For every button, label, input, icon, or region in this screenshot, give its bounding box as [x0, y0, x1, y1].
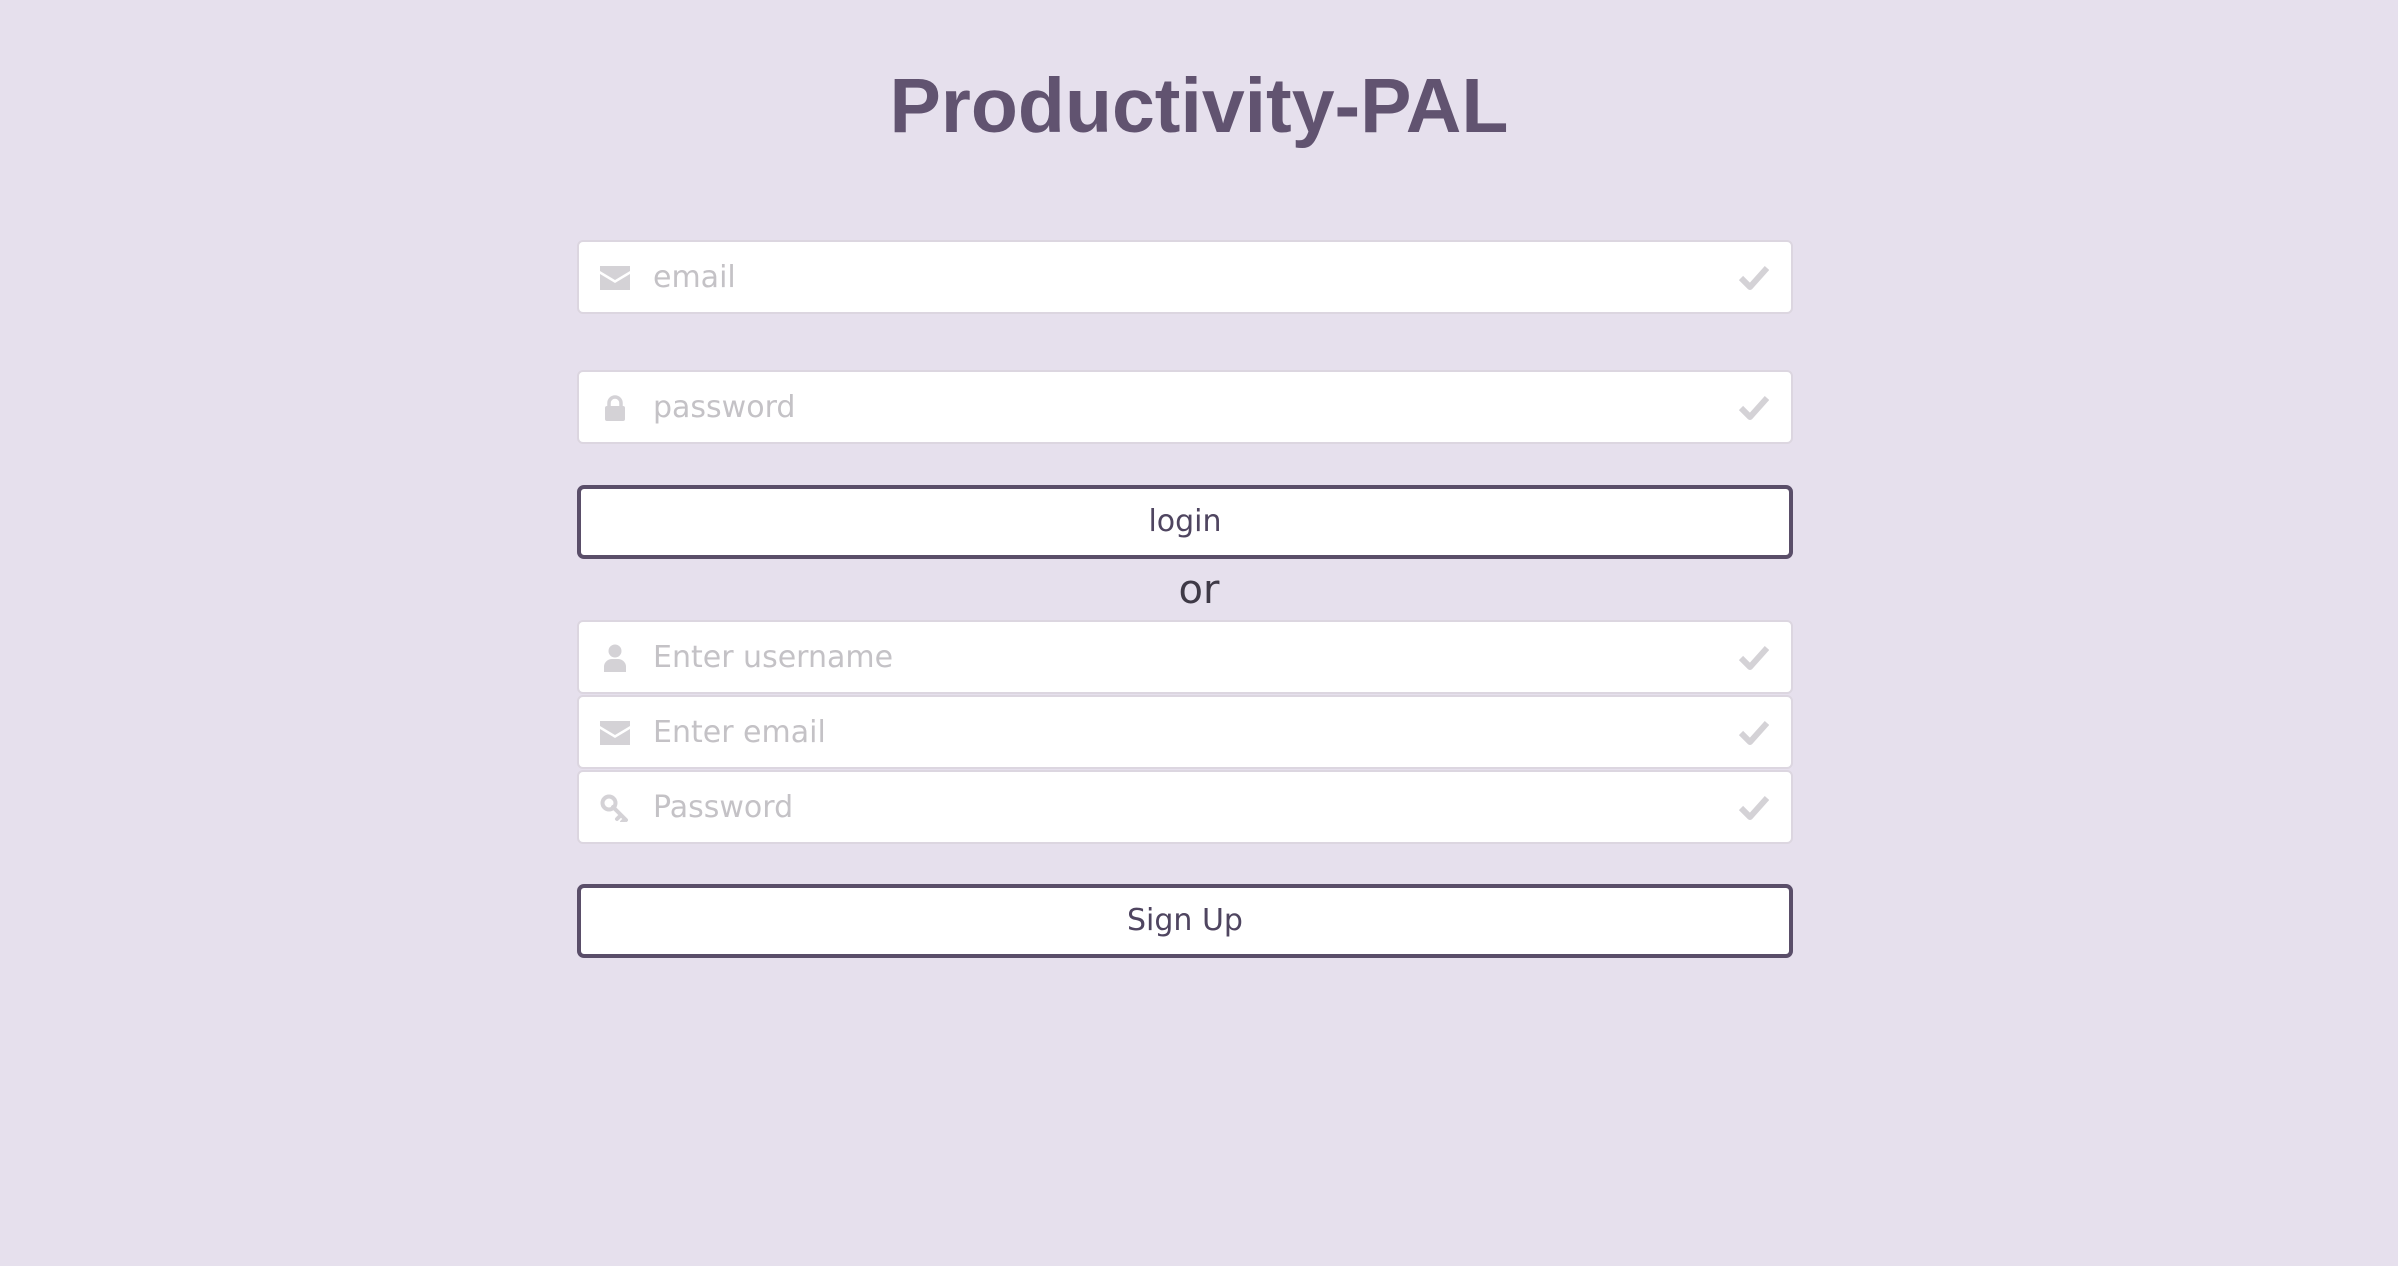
- login-password-field[interactable]: [577, 370, 1793, 444]
- check-icon: [1739, 395, 1769, 420]
- signup-username-input[interactable]: [653, 622, 1721, 692]
- signup-email-input[interactable]: [653, 697, 1721, 767]
- check-icon: [1739, 795, 1769, 820]
- envelope-icon: [599, 263, 631, 293]
- app-title: Productivity-PAL: [889, 63, 1509, 149]
- login-email-field[interactable]: [577, 240, 1793, 314]
- signup-username-field[interactable]: [577, 620, 1793, 694]
- signup-email-field[interactable]: [577, 695, 1793, 769]
- signup-password-field[interactable]: [577, 770, 1793, 844]
- login-password-input[interactable]: [653, 372, 1721, 442]
- check-icon: [1739, 720, 1769, 745]
- login-button[interactable]: login: [577, 485, 1793, 559]
- check-icon: [1739, 645, 1769, 670]
- signup-password-input[interactable]: [653, 772, 1721, 842]
- lock-icon: [599, 393, 631, 423]
- envelope-icon: [599, 718, 631, 748]
- check-icon: [1739, 265, 1769, 290]
- signup-button[interactable]: Sign Up: [577, 884, 1793, 958]
- user-icon: [599, 643, 631, 673]
- login-email-input[interactable]: [653, 242, 1721, 312]
- key-icon: [599, 793, 631, 823]
- or-separator: or: [1178, 567, 1220, 613]
